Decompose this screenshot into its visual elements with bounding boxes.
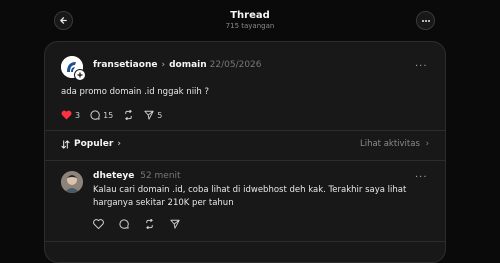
avatar[interactable] [61,171,83,193]
reply-more-icon[interactable]: ··· [415,173,428,183]
like-count: 3 [75,110,81,120]
post-topic[interactable]: domain [169,60,207,70]
sort-label: Populer [74,139,114,149]
divider [45,130,445,131]
header-bar: Thread 715 tayangan [0,0,500,40]
sort-dropdown[interactable]: Populer › [61,139,121,149]
thread-card: fransetiaone › domain 22/05/2026 ··· ada pr… [44,41,446,263]
comment-icon [90,110,100,120]
repost-button[interactable] [123,110,134,120]
share-button[interactable] [170,219,180,229]
user-photo-icon [61,171,83,193]
share-count: 5 [157,110,163,120]
share-icon [144,110,154,120]
chevron-right-icon: › [161,60,166,70]
post-actions: 3 15 5 [61,109,172,121]
thread-menu-button[interactable] [416,11,435,30]
heart-icon [93,219,104,229]
heart-icon [61,110,72,120]
post-date: 22/05/2026 [209,60,262,70]
comment-button[interactable] [119,219,129,229]
divider [45,160,445,161]
reply-time: 52 menit [140,171,181,181]
post-username[interactable]: fransetiaone [93,60,157,70]
chevron-right-icon: › [425,139,429,149]
chevron-right-icon: › [117,139,121,149]
sort-icon [61,139,70,149]
view-activity-link[interactable]: Lihat aktivitas › [360,139,429,149]
comment-count: 15 [103,110,114,120]
comment-button[interactable]: 15 [90,110,113,120]
reply-header: dheteye 52 menit [93,170,181,182]
share-icon [170,219,180,229]
post-header: fransetiaone › domain 22/05/2026 [93,59,262,71]
plus-icon [77,72,83,78]
post-more-icon[interactable]: ··· [415,62,428,72]
reply-username[interactable]: dheteye [93,171,134,181]
reply-actions [93,219,195,229]
divider [45,241,445,242]
avatar[interactable] [61,56,86,81]
share-button[interactable]: 5 [144,110,162,120]
follow-button[interactable] [74,69,86,81]
like-button[interactable]: 3 [61,110,80,120]
repost-icon [125,110,133,120]
reply-text: Kalau cari domain .id, coba lihat di idw… [93,185,407,208]
activity-label: Lihat aktivitas [359,139,420,149]
post-text: ada promo domain .id nggak niih ? [61,87,210,97]
repost-icon [146,219,153,229]
repost-button[interactable] [144,219,155,229]
like-button[interactable] [93,219,104,229]
comment-icon [119,219,129,229]
more-icon [421,19,430,22]
